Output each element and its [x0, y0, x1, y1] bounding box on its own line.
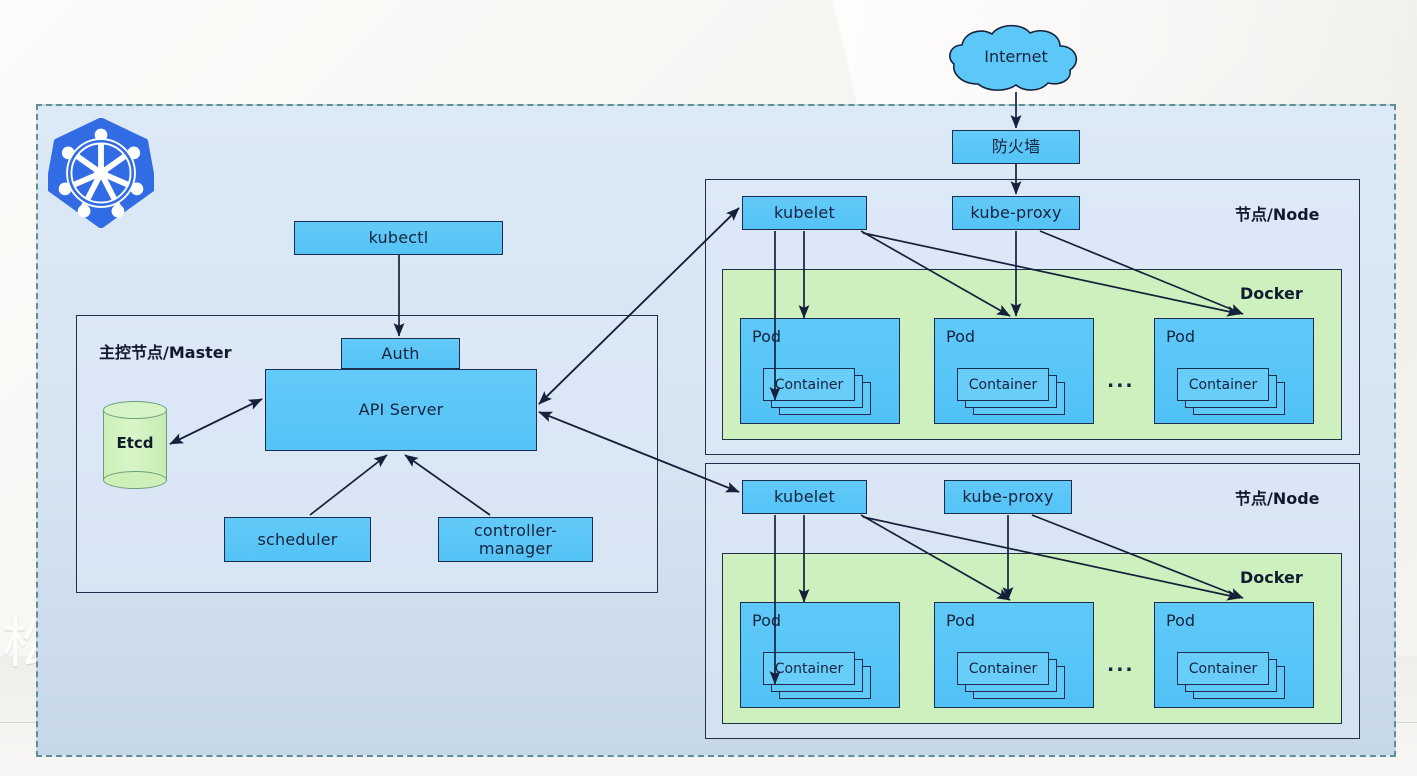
api-server-label: API Server: [358, 400, 444, 420]
node-2-docker-title: Docker: [1240, 568, 1303, 587]
firewall-box[interactable]: 防火墙: [952, 130, 1080, 164]
node-2-pod-1-container[interactable]: Container: [763, 652, 855, 685]
node-2-pod-3[interactable]: Pod Container: [1154, 602, 1314, 708]
firewall-label: 防火墙: [991, 137, 1041, 157]
node-1-pod-1[interactable]: Pod Container: [740, 318, 900, 424]
controller-manager-label-line2: manager: [478, 538, 553, 558]
node-1-kube-proxy-label: kube-proxy: [970, 203, 1062, 223]
auth-label: Auth: [381, 343, 420, 363]
node-2-pod-2-container-label: Container: [968, 660, 1038, 677]
master-title: 主控节点/Master: [99, 343, 232, 362]
node-2-pod-3-container-stack: Container: [1177, 652, 1287, 700]
scheduler-label: scheduler: [257, 529, 338, 549]
internet-label: Internet: [984, 47, 1048, 66]
scheduler-box[interactable]: scheduler: [224, 517, 371, 562]
node-2-pod-2-label: Pod: [946, 611, 976, 630]
node-2-kube-proxy-box[interactable]: kube-proxy: [944, 480, 1072, 514]
node-2-kubelet-box[interactable]: kubelet: [742, 480, 867, 514]
node-2-kube-proxy-label: kube-proxy: [962, 487, 1054, 507]
auth-box[interactable]: Auth: [341, 338, 460, 369]
node-2-kubelet-label: kubelet: [774, 487, 835, 507]
kubectl-box[interactable]: kubectl: [294, 221, 503, 255]
node-1-title: 节点/Node: [1235, 205, 1320, 224]
node-1-pod-2[interactable]: Pod Container: [934, 318, 1094, 424]
node-1-pod-3-container[interactable]: Container: [1177, 368, 1269, 401]
node-1-pod-2-container-label: Container: [968, 376, 1038, 393]
etcd-datastore[interactable]: Etcd: [103, 401, 167, 489]
node-1-pod-3-container-stack: Container: [1177, 368, 1287, 416]
node-2-pod-3-container[interactable]: Container: [1177, 652, 1269, 685]
node-2-pod-2[interactable]: Pod Container: [934, 602, 1094, 708]
node-1-pod-2-container-stack: Container: [957, 368, 1067, 416]
etcd-label: Etcd: [116, 434, 154, 452]
kubernetes-logo-icon: [45, 117, 157, 229]
node-1-pod-3[interactable]: Pod Container: [1154, 318, 1314, 424]
node-1-kube-proxy-box[interactable]: kube-proxy: [952, 196, 1080, 230]
node-2-pods-ellipsis: ...: [1107, 654, 1135, 676]
node-1-pod-2-container[interactable]: Container: [957, 368, 1049, 401]
etcd-cylinder-top: [103, 401, 167, 419]
controller-manager-label-line1: controller-: [473, 521, 558, 541]
internet-cloud: Internet: [940, 24, 1092, 94]
node-1-pod-1-container[interactable]: Container: [763, 368, 855, 401]
node-1-kubelet-label: kubelet: [774, 203, 835, 223]
node-1-pod-3-label: Pod: [1166, 327, 1196, 346]
node-2-pod-1-container-stack: Container: [763, 652, 873, 700]
node-1-pods-ellipsis: ...: [1107, 370, 1135, 392]
api-server-box[interactable]: API Server: [265, 369, 537, 451]
node-1-pod-1-container-label: Container: [774, 376, 844, 393]
node-2-pod-3-label: Pod: [1166, 611, 1196, 630]
node-2-pod-2-container-stack: Container: [957, 652, 1067, 700]
node-1-docker-title: Docker: [1240, 284, 1303, 303]
node-2-pod-2-container[interactable]: Container: [957, 652, 1049, 685]
node-1-kubelet-box[interactable]: kubelet: [742, 196, 867, 230]
node-2-title: 节点/Node: [1235, 489, 1320, 508]
node-2-pod-3-container-label: Container: [1188, 660, 1258, 677]
node-1-pod-1-label: Pod: [752, 327, 782, 346]
node-1-pod-1-container-stack: Container: [763, 368, 873, 416]
kubectl-label: kubectl: [368, 228, 429, 248]
node-2-pod-1-container-label: Container: [774, 660, 844, 677]
node-2-pod-1[interactable]: Pod Container: [740, 602, 900, 708]
etcd-cylinder-bottom: [103, 471, 167, 489]
node-1-pod-2-label: Pod: [946, 327, 976, 346]
node-1-pod-3-container-label: Container: [1188, 376, 1258, 393]
node-2-pod-1-label: Pod: [752, 611, 782, 630]
controller-manager-box[interactable]: controller- manager: [438, 517, 593, 562]
